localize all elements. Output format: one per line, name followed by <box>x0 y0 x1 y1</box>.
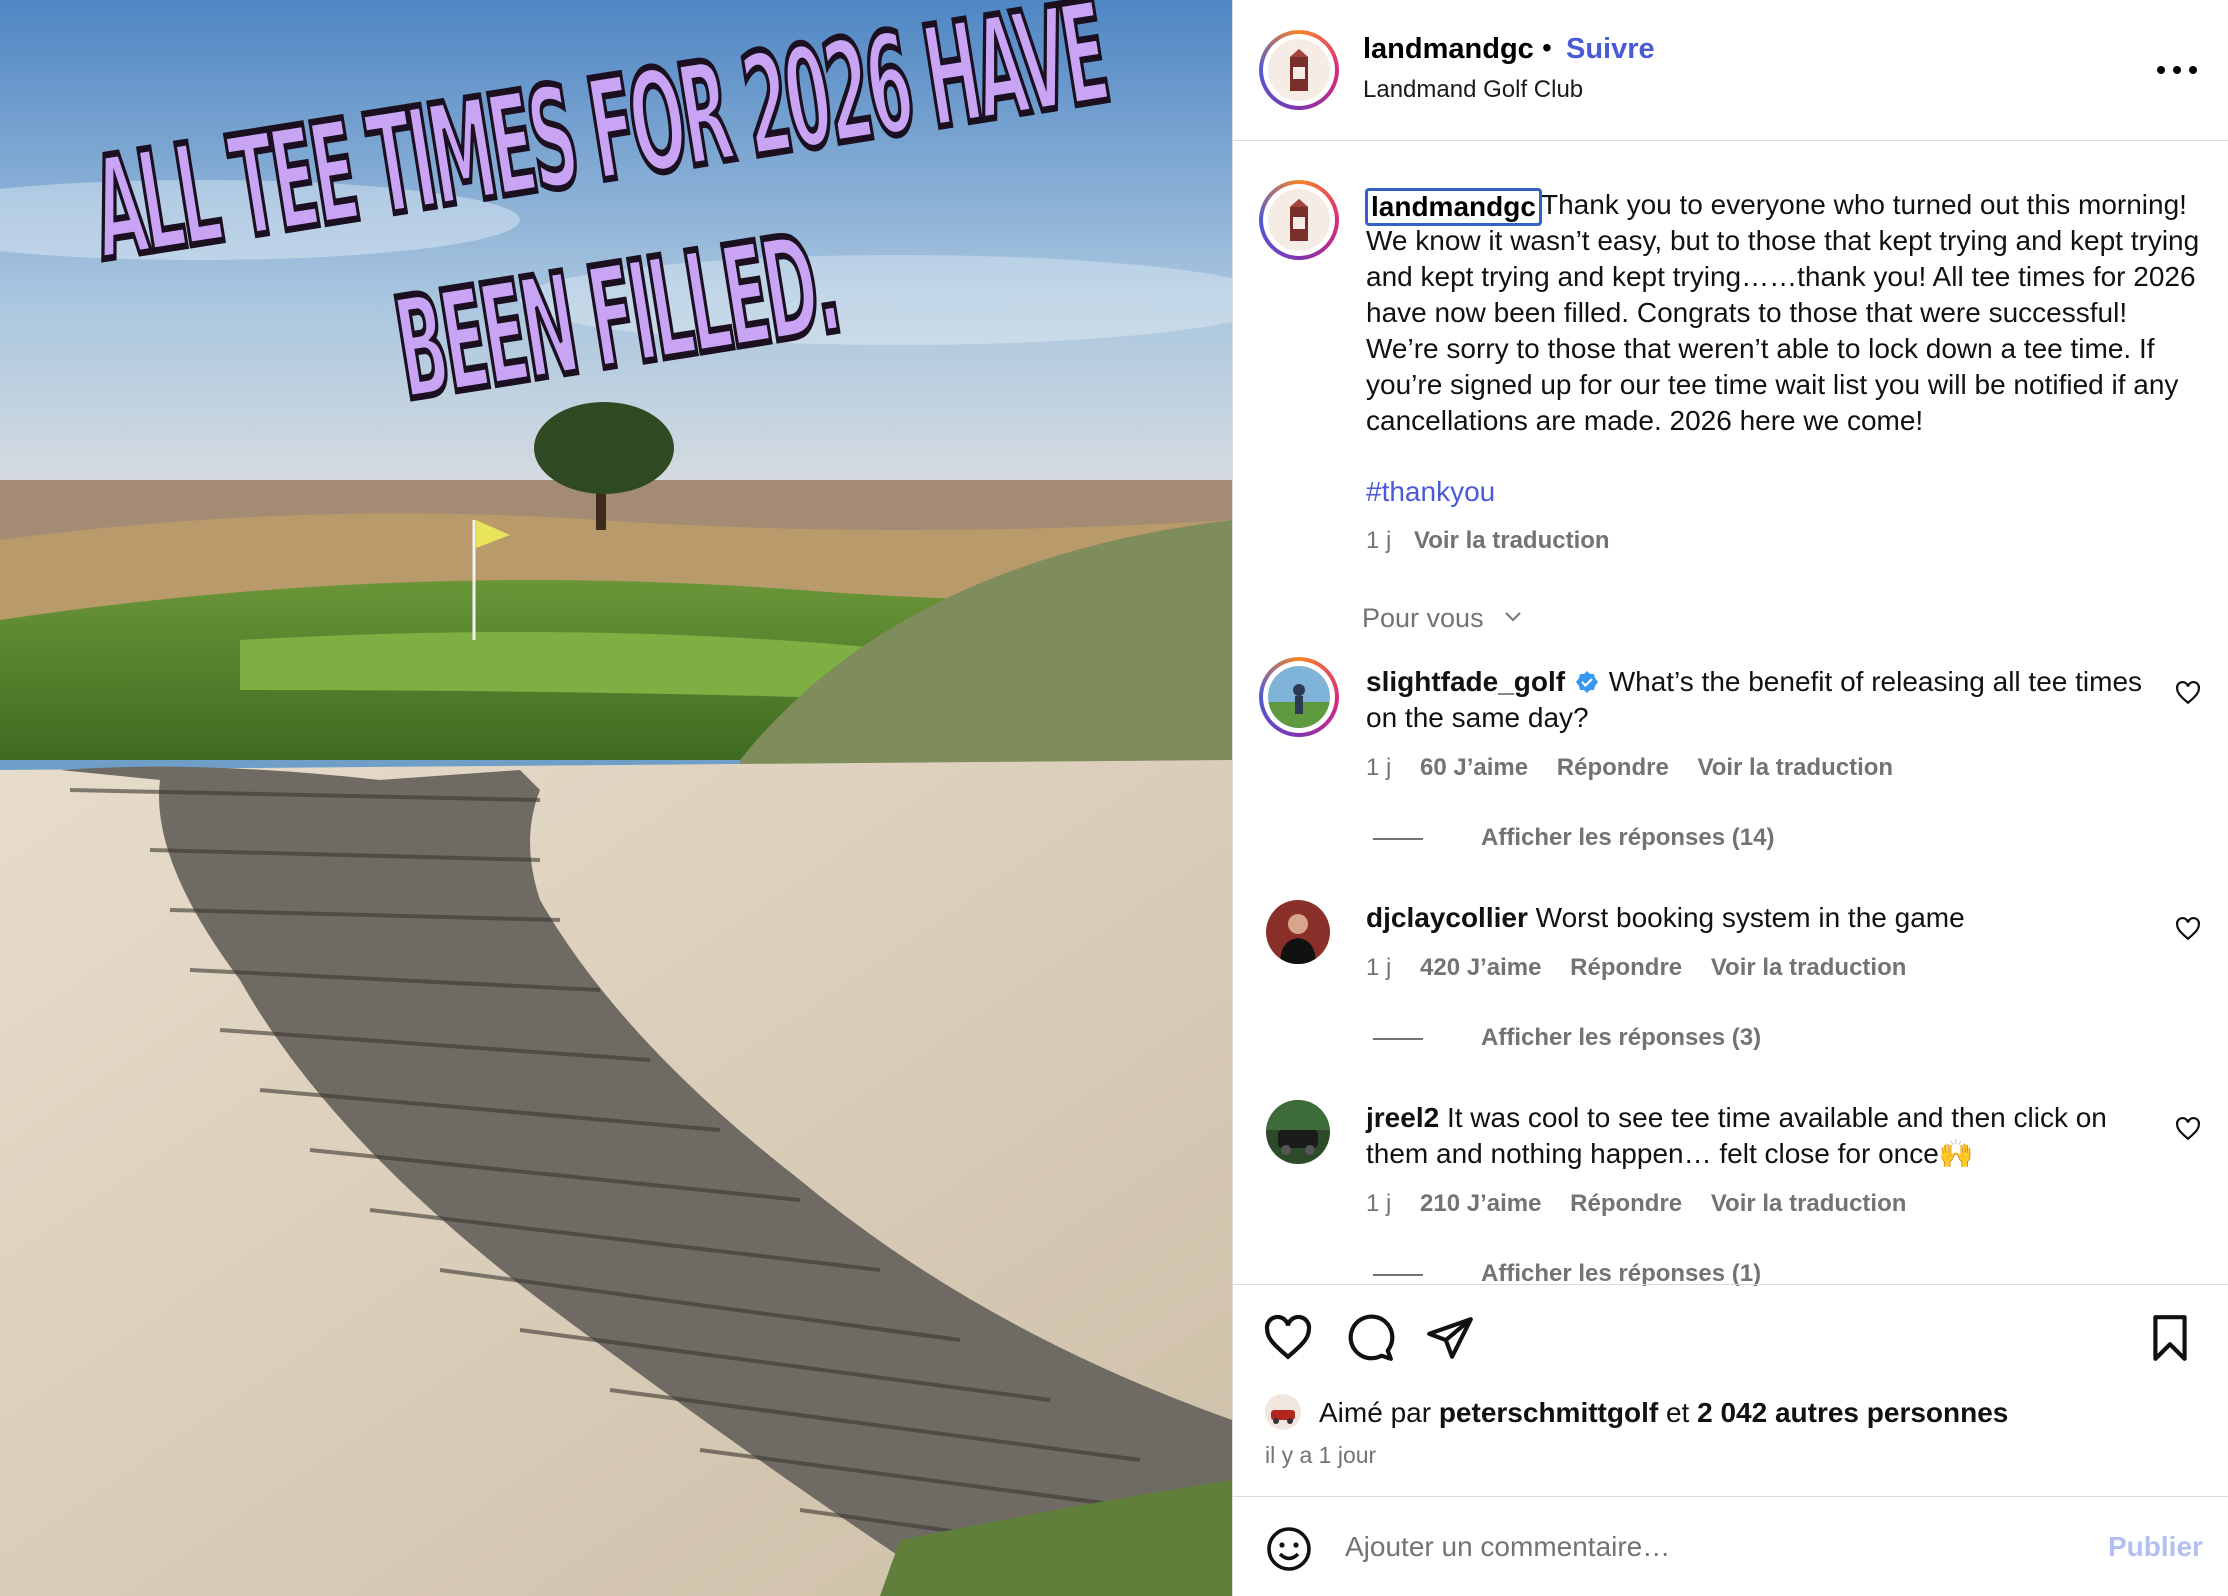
hashtag-link[interactable]: #thankyou <box>1366 476 1495 508</box>
comment-translate-link[interactable]: Voir la traduction <box>1711 1190 1907 1217</box>
post-actions: Aimé par peterschmittgolf et 2 042 autre… <box>1233 1284 2228 1496</box>
comment-icon[interactable] <box>1345 1313 1395 1363</box>
post-header: landmandgc • Suivre Landmand Golf Club <box>1233 0 2228 141</box>
bookmark-icon[interactable] <box>2145 1313 2195 1363</box>
caption-username[interactable]: landmandgc <box>1365 188 1542 226</box>
view-replies-button[interactable]: Afficher les réponses (14) <box>1373 824 1774 852</box>
comment-username[interactable]: slightfade_golf <box>1366 666 1565 697</box>
liker-avatar[interactable] <box>1265 1394 1301 1430</box>
comment-username[interactable]: jreel2 <box>1366 1102 1439 1133</box>
chevron-down-icon[interactable] <box>1503 606 1523 626</box>
comment-like-count[interactable]: 60 J’aime <box>1420 754 1528 781</box>
commenter-avatar[interactable] <box>1266 1100 1330 1164</box>
view-replies-button[interactable]: Afficher les réponses (3) <box>1373 1024 1761 1052</box>
comment-like-count[interactable]: 420 J’aime <box>1420 954 1541 981</box>
emoji-icon[interactable] <box>1265 1525 1313 1573</box>
comment-translate-link[interactable]: Voir la traduction <box>1697 754 1893 781</box>
heart-icon[interactable] <box>1263 1313 1313 1363</box>
comment-timestamp[interactable]: 1 j <box>1366 954 1391 981</box>
caption-avatar[interactable] <box>1259 180 1339 260</box>
milk-carton-logo-icon <box>1290 199 1308 241</box>
comment-translate-link[interactable]: Voir la traduction <box>1711 954 1907 981</box>
reply-button[interactable]: Répondre <box>1570 954 1682 981</box>
follow-button[interactable]: Suivre <box>1566 33 1655 66</box>
caption-translate-link[interactable]: Voir la traduction <box>1414 527 1610 555</box>
likes-count-link[interactable]: 2 042 autres personnes <box>1697 1397 2008 1428</box>
commenter-avatar[interactable] <box>1266 900 1330 964</box>
post-detail-panel: landmandgc • Suivre Landmand Golf Club T… <box>1232 0 2228 1596</box>
comment-username[interactable]: djclaycollier <box>1366 902 1528 933</box>
comment-text: It was cool to see tee time available an… <box>1366 1102 2107 1169</box>
share-icon[interactable] <box>1425 1313 1475 1363</box>
comment-like-count[interactable]: 210 J’aime <box>1420 1190 1541 1217</box>
reply-button[interactable]: Répondre <box>1557 754 1669 781</box>
comment-input[interactable] <box>1345 1527 2105 1567</box>
caption-timestamp[interactable]: 1 j <box>1366 527 1391 555</box>
more-icon <box>2157 66 2165 74</box>
comment-timestamp[interactable]: 1 j <box>1366 754 1391 781</box>
comments-sort-dropdown[interactable]: Pour vous <box>1362 603 1484 634</box>
reply-button[interactable]: Répondre <box>1570 1190 1682 1217</box>
author-fullname[interactable]: Landmand Golf Club <box>1363 76 1583 104</box>
commenter-avatar[interactable] <box>1259 657 1339 737</box>
more-options-button[interactable] <box>2157 58 2197 82</box>
post-image[interactable]: ALL TEE TIMES FOR 2026 HAVE BEEN FILLED. <box>0 0 1232 1596</box>
verified-icon <box>1575 671 1598 693</box>
separator-dot: • <box>1542 32 1552 63</box>
comment-timestamp[interactable]: 1 j <box>1366 1190 1391 1217</box>
author-avatar[interactable] <box>1259 30 1339 110</box>
liker-username[interactable]: peterschmittgolf <box>1439 1397 1658 1428</box>
comment-text: Worst booking system in the game <box>1535 902 1965 933</box>
comment-like-heart-icon[interactable] <box>2175 680 2201 706</box>
likes-summary: Aimé par peterschmittgolf et 2 042 autre… <box>1319 1397 2009 1428</box>
comment-like-heart-icon[interactable] <box>2175 916 2201 942</box>
author-username[interactable]: landmandgc <box>1363 33 1534 66</box>
add-comment-bar: Publier <box>1233 1496 2228 1596</box>
post-timestamp[interactable]: il y a 1 jour <box>1265 1442 1376 1469</box>
milk-carton-logo-icon <box>1290 49 1308 91</box>
comment-like-heart-icon[interactable] <box>2175 1116 2201 1142</box>
publish-button[interactable]: Publier <box>2108 1531 2203 1563</box>
